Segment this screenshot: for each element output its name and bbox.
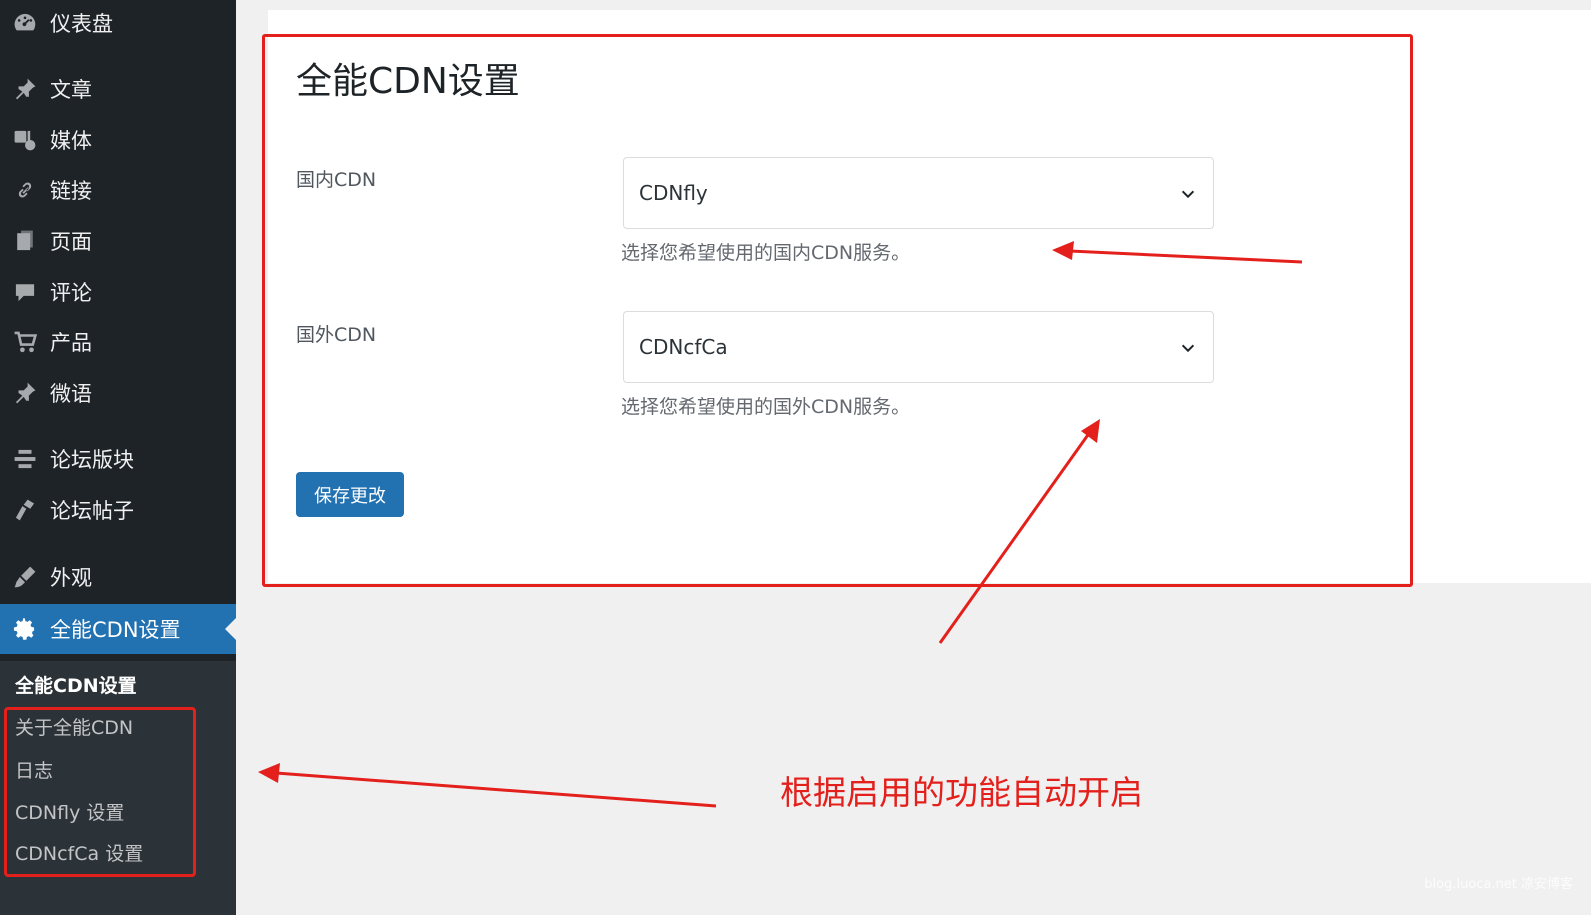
arrow-to-overseas-select [938,419,1100,644]
annotation-text: 根据启用的功能自动开启 [780,773,1143,812]
arrow-to-submenu [258,763,717,808]
arrow-to-domestic-description [1052,241,1303,264]
watermark: blog.luoca.net 凉安博客 [1424,877,1573,892]
